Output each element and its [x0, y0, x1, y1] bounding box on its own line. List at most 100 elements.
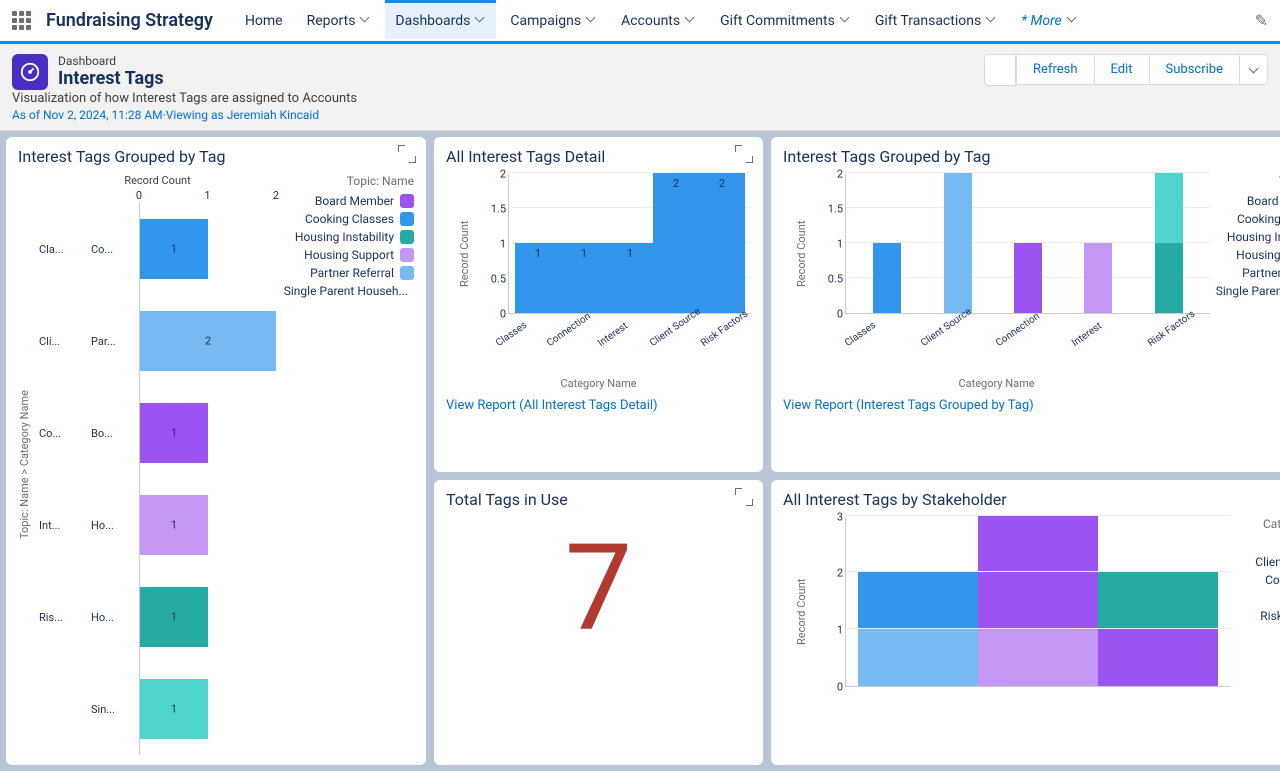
view-report-link[interactable]: View Report (All Interest Tags Detail) — [446, 398, 658, 413]
chevron-down-icon — [686, 16, 696, 26]
chevron-down-icon — [587, 16, 597, 26]
legend-title: Category Name — [1236, 517, 1280, 531]
header-extra-button[interactable] — [984, 54, 1016, 86]
card-total-tags: Total Tags in Use 7 — [434, 480, 763, 766]
legend-item: Housing Support — [1216, 248, 1280, 262]
legend-swatch — [400, 194, 414, 208]
bar[interactable] — [1155, 173, 1183, 313]
subscribe-button[interactable]: Subscribe — [1149, 55, 1239, 84]
nav-more[interactable]: * More — [1011, 3, 1088, 39]
bar[interactable] — [978, 516, 1098, 686]
legend-item: Client Source — [1236, 555, 1280, 569]
edit-nav-icon[interactable]: ✎ — [1255, 11, 1268, 30]
card-title: All Interest Tags Detail — [446, 147, 751, 166]
bar[interactable]: 2 — [699, 173, 745, 313]
chart-row: Ris...Ho...1 — [39, 571, 276, 663]
legend-item: Housing Support — [284, 248, 414, 262]
card-tags-by-tag-v: Interest Tags Grouped by Tag Record Coun… — [771, 137, 1280, 472]
bar-segment — [978, 629, 1098, 686]
page-title: Interest Tags — [58, 68, 974, 89]
legend-item: Risk Factors — [1236, 609, 1280, 623]
legend-item: Partner Referral — [284, 266, 414, 280]
chart-row: Cli...Par...2 — [39, 295, 276, 387]
y-axis-label: Record Count — [795, 517, 808, 707]
chevron-down-icon — [1068, 16, 1078, 26]
bar-segment — [978, 516, 1098, 629]
legend-item: Housing Instability — [1216, 230, 1280, 244]
edit-button[interactable]: Edit — [1094, 55, 1149, 84]
bar[interactable]: 1 — [140, 495, 208, 555]
bar-segment — [1098, 572, 1218, 629]
y-axis-label: Record Count — [458, 174, 471, 334]
page-description: Visualization of how Interest Tags are a… — [12, 91, 974, 106]
legend-swatch — [400, 266, 414, 280]
bar[interactable]: 1 — [140, 587, 208, 647]
y-axis-label: Topic: Name > Category Name — [18, 174, 31, 755]
chevron-down-icon — [476, 16, 486, 26]
x-axis-label: Record Count — [39, 174, 276, 187]
bar-segment — [1098, 629, 1218, 686]
app-launcher-icon[interactable] — [12, 11, 32, 31]
metric-value: 7 — [446, 529, 751, 649]
legend-item: Partner Referral — [1216, 266, 1280, 280]
view-report-link[interactable]: View Report (Interest Tags Grouped by Ta… — [783, 398, 1034, 413]
bar[interactable]: 2 — [653, 173, 699, 313]
expand-icon[interactable] — [735, 488, 753, 506]
bar[interactable]: 1 — [140, 219, 208, 279]
nav-item-gift-transactions[interactable]: Gift Transactions — [865, 3, 1007, 39]
legend-title: Topic: Name — [284, 174, 414, 188]
chart-row: Co...Bo...1 — [39, 387, 276, 479]
legend-item: Housing Instability — [284, 230, 414, 244]
header-more-button[interactable] — [1239, 55, 1267, 84]
bar[interactable] — [873, 243, 901, 313]
card-title: All Interest Tags by Stakeholder — [783, 490, 1280, 509]
legend-item: Connection — [1236, 573, 1280, 587]
legend-item: Single Parent Househ... — [1216, 284, 1280, 298]
bar[interactable]: 1 — [140, 403, 208, 463]
chevron-down-icon — [987, 16, 997, 26]
card-tags-by-stakeholder: All Interest Tags by Stakeholder Record … — [771, 480, 1280, 766]
expand-icon[interactable] — [735, 145, 753, 163]
chart-row: Int...Ho...1 — [39, 479, 276, 571]
bar[interactable]: 1 — [140, 679, 208, 739]
legend-swatch — [400, 212, 414, 226]
bar[interactable]: 1 — [607, 243, 653, 313]
chevron-down-icon — [1250, 65, 1257, 72]
chevron-down-icon — [361, 16, 371, 26]
legend-item: Interest — [1236, 591, 1280, 605]
legend-swatch — [400, 230, 414, 244]
bar[interactable] — [1014, 243, 1042, 313]
legend-title: Topic: Name — [1216, 174, 1280, 188]
page-meta: As of Nov 2, 2024, 11:28 AM·Viewing as J… — [12, 108, 974, 122]
nav-item-reports[interactable]: Reports — [297, 3, 382, 39]
legend-item: Classes — [1236, 537, 1280, 551]
top-nav: Fundraising Strategy HomeReportsDashboar… — [0, 0, 1280, 44]
legend-item: Cooking Classes — [284, 212, 414, 226]
card-title: Interest Tags Grouped by Tag — [783, 147, 1280, 166]
expand-icon[interactable] — [398, 145, 416, 163]
legend-swatch — [400, 248, 414, 262]
x-axis-label: Category Name — [783, 377, 1210, 390]
legend-item: Board Member — [1216, 194, 1280, 208]
bar-segment — [858, 629, 978, 686]
bar-segment — [858, 572, 978, 629]
x-axis-label: Category Name — [446, 377, 751, 390]
nav-item-accounts[interactable]: Accounts — [611, 3, 706, 39]
object-label: Dashboard — [58, 54, 974, 68]
bar[interactable] — [1084, 243, 1112, 313]
nav-item-gift-commitments[interactable]: Gift Commitments — [710, 3, 861, 39]
app-name: Fundraising Strategy — [46, 10, 213, 31]
y-axis-label: Record Count — [795, 174, 808, 334]
card-tags-by-tag-h: Interest Tags Grouped by Tag Topic: Name… — [6, 137, 426, 765]
header-actions: Refresh Edit Subscribe — [984, 54, 1268, 86]
nav-item-campaigns[interactable]: Campaigns — [500, 3, 607, 39]
nav-item-dashboards[interactable]: Dashboards — [385, 0, 496, 39]
bar[interactable]: 1 — [561, 243, 607, 313]
legend-item: Cooking Classes — [1216, 212, 1280, 226]
nav-item-home[interactable]: Home — [235, 3, 293, 39]
legend-item: Board Member — [284, 194, 414, 208]
bar[interactable]: 1 — [515, 243, 561, 313]
bar[interactable] — [944, 173, 972, 313]
bar[interactable]: 2 — [140, 311, 276, 371]
refresh-button[interactable]: Refresh — [1016, 55, 1093, 84]
